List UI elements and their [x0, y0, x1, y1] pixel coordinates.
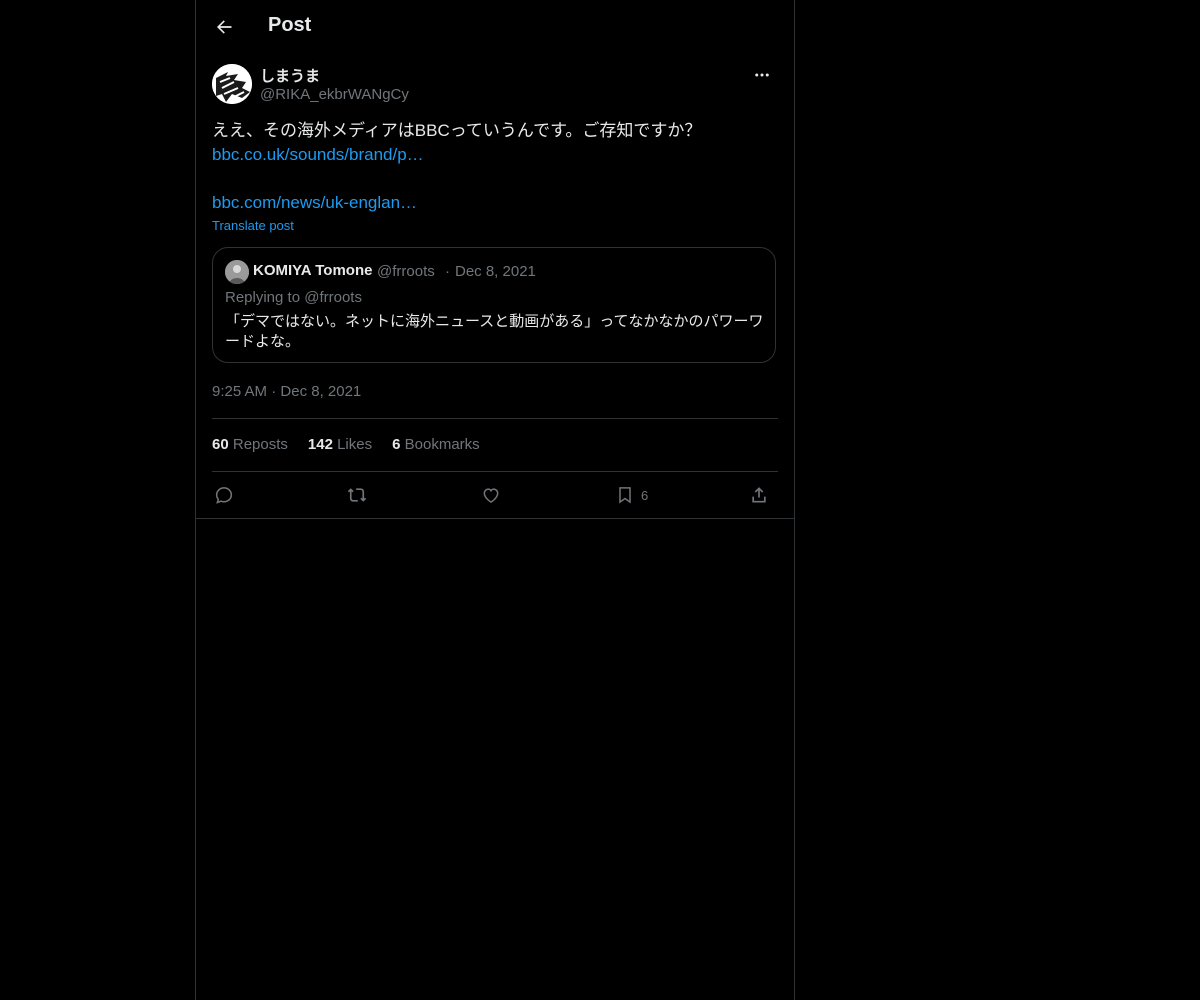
post-body: ええ、その海外メディアはBBCっていうんです。ご存知ですか？ bbc.co.uk… — [212, 119, 778, 215]
author-display-name[interactable]: しまうま — [260, 65, 320, 86]
post-text: ええ、その海外メディアはBBCっていうんです。ご存知ですか？ — [212, 121, 702, 140]
post-bottom-border — [196, 518, 794, 519]
share-button[interactable] — [749, 482, 769, 508]
reposts-stat[interactable]: 60 Reposts — [212, 436, 288, 453]
quoted-post[interactable]: KOMIYA Tomone @frroots · Dec 8, 2021 Rep… — [212, 247, 776, 363]
header: Post — [196, 0, 794, 54]
post-stats: 60 Reposts 142 Likes 6 Bookmarks — [212, 436, 480, 453]
post-time[interactable]: 9:25 AM — [212, 383, 267, 400]
quote-replying-to: Replying to @frroots — [225, 289, 362, 306]
action-bar: 6 — [212, 480, 778, 510]
bookmark-count: 6 — [641, 487, 649, 503]
post-author: しまうま @RIKA_ekbrWANgCy — [212, 64, 778, 108]
quote-avatar — [225, 260, 249, 284]
quote-separator: · — [445, 263, 450, 280]
reposts-count: 60 — [212, 436, 229, 453]
zebra-avatar-image — [212, 64, 252, 104]
replying-to-prefix: Replying to — [225, 289, 301, 306]
post-date[interactable]: Dec 8, 2021 — [280, 383, 361, 400]
page-title: Post — [268, 14, 312, 36]
divider — [212, 471, 778, 472]
avatar[interactable] — [212, 64, 252, 104]
divider — [212, 418, 778, 419]
quote-date: Dec 8, 2021 — [455, 263, 536, 280]
timestamp-separator: · — [271, 383, 277, 400]
heart-icon — [483, 488, 499, 503]
line-break — [212, 167, 778, 191]
bookmark-button[interactable]: 6 — [615, 482, 648, 508]
post-link-bbc-news[interactable]: bbc.com/news/uk-englan… — [212, 191, 778, 215]
quote-author-name: KOMIYA Tomone — [253, 262, 373, 279]
arrow-left-icon — [217, 20, 232, 34]
share-icon — [752, 487, 766, 503]
bookmarks-stat[interactable]: 6 Bookmarks — [392, 436, 480, 453]
bookmarks-label: Bookmarks — [404, 436, 480, 453]
repost-icon — [347, 488, 367, 502]
back-button[interactable] — [208, 11, 240, 43]
likes-label: Likes — [337, 436, 373, 453]
like-button[interactable] — [481, 482, 501, 508]
post-link-bbc-sounds[interactable]: bbc.co.uk/sounds/brand/p… — [212, 143, 778, 167]
reposts-label: Reposts — [232, 436, 288, 453]
quote-author-handle: @frroots — [377, 263, 435, 280]
likes-stat[interactable]: 142 Likes — [308, 436, 372, 453]
replying-to-handle: @frroots — [304, 289, 362, 306]
post-column: Post しまうま @RIKA_ekbrWANgCy ええ、その海外メディアはB… — [195, 0, 795, 1000]
reply-button[interactable] — [214, 482, 234, 508]
translate-post-link[interactable]: Translate post — [212, 218, 294, 233]
reply-icon — [215, 487, 233, 504]
person-avatar-image — [225, 260, 249, 284]
likes-count: 142 — [307, 436, 333, 453]
quote-text: 「デマではない。ネットに海外ニュースと動画がある」ってなかなかのパワーワードよな… — [225, 313, 764, 350]
bookmark-icon — [619, 487, 631, 504]
more-horizontal-icon — [755, 73, 769, 77]
repost-button[interactable] — [347, 482, 367, 508]
bookmarks-count: 6 — [392, 436, 401, 453]
post-timestamp: 9:25 AM · Dec 8, 2021 — [212, 383, 361, 400]
more-options-button[interactable] — [748, 64, 776, 86]
author-handle[interactable]: @RIKA_ekbrWANgCy — [260, 86, 409, 103]
